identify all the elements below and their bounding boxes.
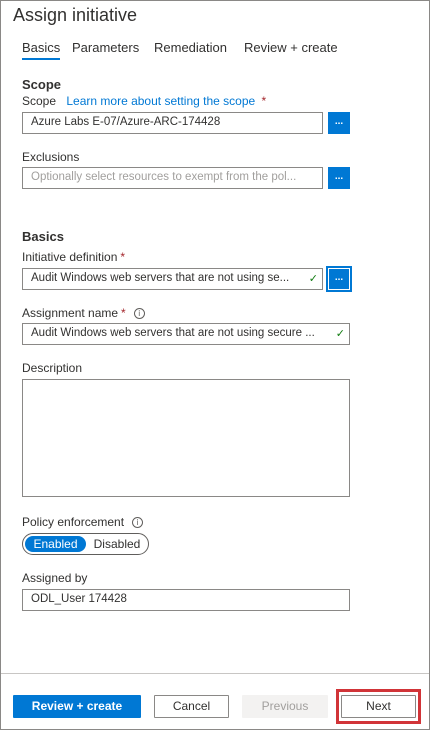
initiative-definition-field[interactable]: Audit Windows web servers that are not u… — [22, 268, 323, 290]
assignment-name-field[interactable]: Audit Windows web servers that are not u… — [22, 323, 350, 345]
description-textarea[interactable] — [22, 379, 350, 497]
tab-parameters[interactable]: Parameters — [72, 40, 139, 55]
initiative-browse-button[interactable]: ... — [326, 266, 352, 292]
assigned-by-label: Assigned by — [22, 571, 88, 585]
blade-title: Assign initiative — [13, 5, 138, 25]
scope-label-row: Scope Learn more about setting the scope… — [22, 94, 266, 108]
previous-button: Previous — [242, 695, 328, 718]
info-icon[interactable]: i — [132, 517, 144, 529]
scope-field[interactable]: Azure Labs E-07/Azure-ARC-174428 — [22, 112, 323, 134]
scope-learn-more-link[interactable]: Learn more about setting the scope — [66, 94, 255, 108]
scope-heading: Scope — [22, 77, 62, 92]
footer-divider — [1, 673, 429, 674]
required-marker: * — [261, 94, 267, 108]
scope-label: Scope — [22, 94, 57, 108]
exclusions-field[interactable]: Optionally select resources to exempt fr… — [22, 167, 323, 189]
enforcement-label-row: Policy enforcement i — [22, 515, 144, 529]
required-marker: * — [121, 306, 126, 320]
review-create-button[interactable]: Review + create — [13, 695, 141, 718]
exclusions-placeholder: Optionally select resources to exempt fr… — [31, 171, 297, 183]
initiative-label-row: Initiative definition * — [22, 250, 125, 264]
scope-browse-button[interactable]: ... — [328, 112, 350, 134]
valid-check-icon: ✓ — [308, 272, 318, 285]
assignment-name-value: Audit Windows web servers that are not u… — [31, 327, 315, 339]
policy-enforcement-toggle: Enabled Disabled — [22, 533, 149, 555]
scope-value: Azure Labs E-07/Azure-ARC-174428 — [31, 116, 221, 128]
description-label: Description — [22, 361, 83, 375]
next-button-highlight — [336, 689, 421, 724]
info-icon[interactable]: i — [133, 308, 145, 320]
policy-enforcement-label: Policy enforcement — [22, 515, 125, 529]
valid-check-icon: ✓ — [335, 327, 345, 340]
tab-review-create[interactable]: Review + create — [244, 40, 338, 55]
tab-basics[interactable]: Basics — [22, 40, 61, 60]
assignment-label-row: Assignment name * i — [22, 306, 145, 320]
initiative-definition-value: Audit Windows web servers that are not u… — [31, 272, 290, 284]
assignment-name-label: Assignment name — [22, 306, 119, 320]
exclusions-browse-button[interactable]: ... — [328, 167, 350, 189]
assigned-by-value: ODL_User 174428 — [31, 593, 127, 605]
assigned-by-field[interactable]: ODL_User 174428 — [22, 589, 350, 611]
initiative-definition-label: Initiative definition — [22, 250, 118, 264]
tab-remediation[interactable]: Remediation — [154, 40, 227, 55]
basics-heading: Basics — [22, 229, 64, 244]
cancel-button[interactable]: Cancel — [154, 695, 229, 718]
exclusions-label: Exclusions — [22, 150, 80, 164]
enforcement-enabled-option[interactable]: Enabled — [25, 536, 86, 552]
enforcement-disabled-option[interactable]: Disabled — [89, 536, 145, 552]
required-marker: * — [120, 250, 126, 264]
